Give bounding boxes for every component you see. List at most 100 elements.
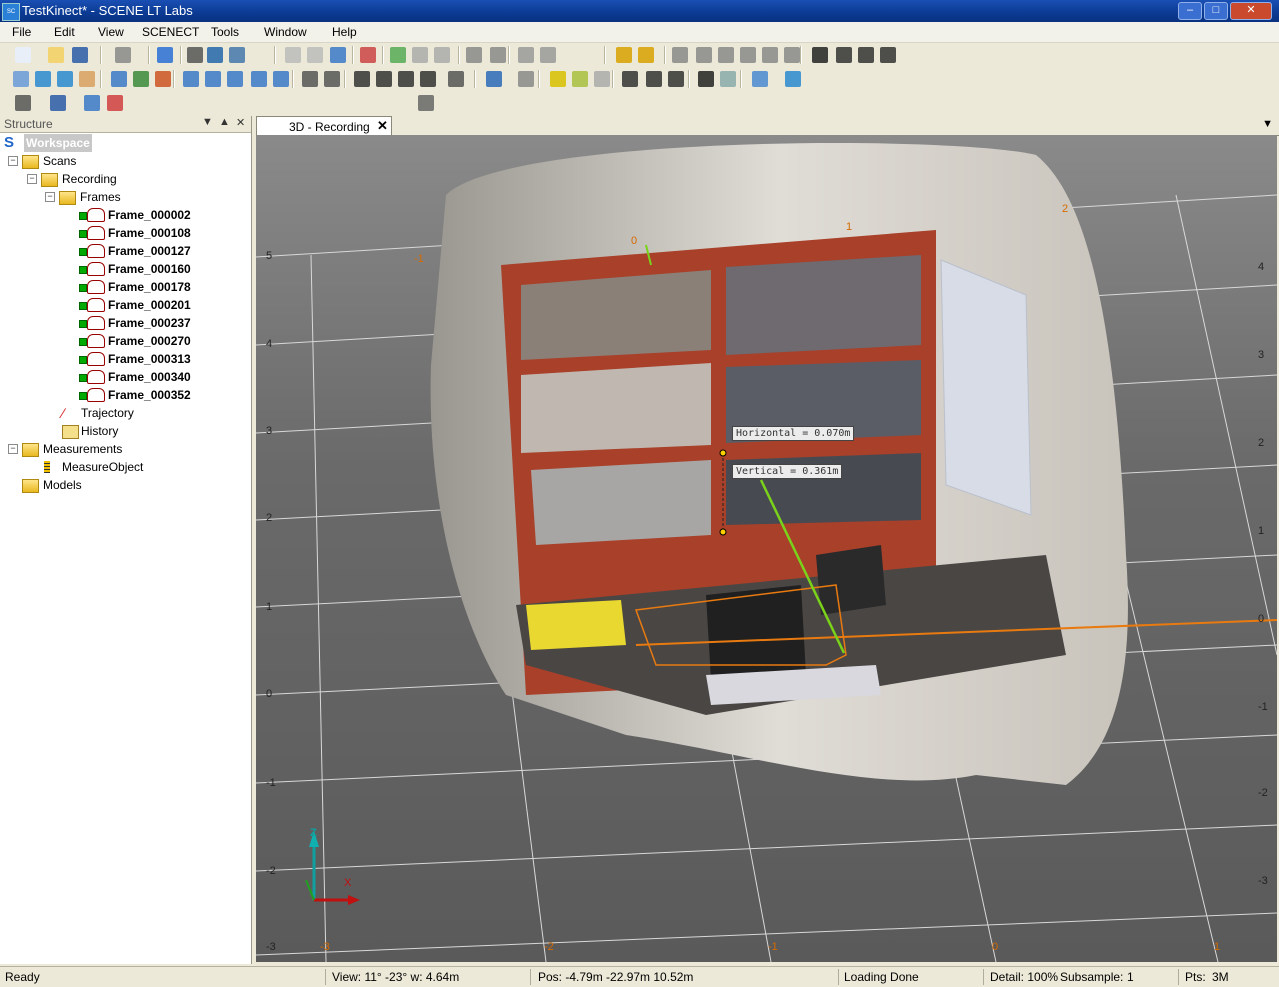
rect-select-icon[interactable] bbox=[672, 47, 688, 63]
menu-view[interactable]: View bbox=[96, 24, 126, 40]
grid-label-left: 0 bbox=[266, 688, 273, 700]
new-icon[interactable] bbox=[15, 47, 31, 63]
globe-icon[interactable] bbox=[35, 71, 51, 87]
tab-list-dropdown-icon[interactable]: ▼ bbox=[1262, 118, 1273, 130]
grid-label-left: -3 bbox=[266, 941, 276, 953]
monitor-icon[interactable] bbox=[84, 95, 100, 111]
link-icon[interactable] bbox=[490, 47, 506, 63]
clear-icon[interactable] bbox=[720, 71, 736, 87]
move-icon[interactable] bbox=[133, 71, 149, 87]
panel-dropdown-icon[interactable]: ▼ bbox=[202, 116, 213, 128]
poster bbox=[940, 259, 1032, 516]
print-icon[interactable] bbox=[115, 47, 131, 63]
camera-icon[interactable] bbox=[354, 71, 370, 87]
view-icon[interactable] bbox=[187, 47, 203, 63]
circle-icon[interactable] bbox=[740, 47, 756, 63]
ellipse-icon[interactable] bbox=[762, 47, 778, 63]
toolbar-separator bbox=[100, 46, 102, 64]
move2-icon[interactable] bbox=[155, 71, 171, 87]
render-icon[interactable] bbox=[448, 71, 464, 87]
up-icon[interactable] bbox=[111, 71, 127, 87]
line-icon[interactable] bbox=[696, 47, 712, 63]
measure-point[interactable] bbox=[719, 449, 727, 457]
zoom-icon[interactable] bbox=[302, 71, 318, 87]
close-button[interactable]: ✕ bbox=[1230, 2, 1272, 20]
maximize-button[interactable]: □ bbox=[1204, 2, 1228, 20]
3d-icon[interactable] bbox=[207, 47, 223, 63]
cube-front-icon[interactable] bbox=[183, 71, 199, 87]
register-icon[interactable] bbox=[390, 47, 406, 63]
frame-icon[interactable] bbox=[812, 47, 828, 63]
collapse-icon[interactable]: − bbox=[45, 192, 55, 202]
ruler2-icon[interactable] bbox=[638, 47, 654, 63]
cloud-icon[interactable] bbox=[412, 47, 428, 63]
camera3-icon[interactable] bbox=[398, 71, 414, 87]
menu-scenect[interactable]: SCENECT bbox=[140, 24, 201, 40]
home-icon[interactable] bbox=[229, 47, 245, 63]
menu-edit[interactable]: Edit bbox=[52, 24, 77, 40]
measure-point[interactable] bbox=[719, 528, 727, 536]
cube-iso-icon[interactable] bbox=[251, 71, 267, 87]
capture-icon[interactable] bbox=[418, 95, 434, 111]
import-icon[interactable] bbox=[330, 47, 346, 63]
film-icon[interactable] bbox=[50, 95, 66, 111]
fly-icon[interactable] bbox=[57, 71, 73, 87]
cube-top-icon[interactable] bbox=[227, 71, 243, 87]
zoom-fit-icon[interactable] bbox=[324, 71, 340, 87]
grid-view-icon[interactable] bbox=[698, 71, 714, 87]
dots2-icon[interactable] bbox=[646, 71, 662, 87]
layers3-icon[interactable] bbox=[880, 47, 896, 63]
panel-pin-icon[interactable]: ▲ bbox=[219, 116, 230, 128]
sync-icon[interactable] bbox=[434, 47, 450, 63]
box-icon[interactable] bbox=[752, 71, 768, 87]
flag3-icon[interactable] bbox=[594, 71, 610, 87]
calendar-icon[interactable] bbox=[360, 47, 376, 63]
kinect-icon[interactable] bbox=[15, 95, 31, 111]
grid-icon[interactable] bbox=[486, 71, 502, 87]
dots-icon[interactable] bbox=[622, 71, 638, 87]
layers-icon[interactable] bbox=[836, 47, 852, 63]
copy-icon[interactable] bbox=[285, 47, 301, 63]
collapse-icon[interactable]: − bbox=[8, 444, 18, 454]
dots3-icon[interactable] bbox=[668, 71, 684, 87]
toolbar-separator bbox=[688, 70, 690, 88]
cursor-icon[interactable] bbox=[13, 71, 29, 87]
grid-label-right: -1 bbox=[1258, 701, 1268, 713]
minimize-button[interactable]: – bbox=[1178, 2, 1202, 20]
help-icon[interactable] bbox=[157, 47, 173, 63]
cube-side-icon[interactable] bbox=[205, 71, 221, 87]
polygon-icon[interactable] bbox=[718, 47, 734, 63]
layers2-icon[interactable] bbox=[858, 47, 874, 63]
hand-icon[interactable] bbox=[79, 71, 95, 87]
tab-3d-recording[interactable]: 3D - Recording ✕ bbox=[256, 116, 392, 136]
rotate-icon[interactable] bbox=[518, 47, 534, 63]
paste-icon[interactable] bbox=[307, 47, 323, 63]
cube-iso2-icon[interactable] bbox=[273, 71, 289, 87]
flag2-icon[interactable] bbox=[572, 71, 588, 87]
panel-close-icon[interactable]: ✕ bbox=[236, 116, 245, 129]
scale-icon[interactable] bbox=[540, 47, 556, 63]
box2-icon[interactable] bbox=[785, 71, 801, 87]
menu-file[interactable]: File bbox=[10, 24, 33, 40]
flag-icon[interactable] bbox=[550, 71, 566, 87]
note-icon[interactable] bbox=[518, 71, 534, 87]
menu-tools[interactable]: Tools bbox=[209, 24, 241, 40]
camera4-icon[interactable] bbox=[420, 71, 436, 87]
history-icon bbox=[62, 425, 79, 439]
record-icon[interactable] bbox=[107, 95, 123, 111]
collapse-icon[interactable]: − bbox=[8, 156, 18, 166]
menu-help[interactable]: Help bbox=[330, 24, 359, 40]
point-cloud-scene bbox=[256, 143, 1277, 962]
status-points-label: Pts: bbox=[1185, 970, 1206, 984]
target-icon[interactable] bbox=[466, 47, 482, 63]
3d-viewport[interactable]: Horizontal = 0.070m Vertical = 0.361m 5 4… bbox=[256, 135, 1277, 962]
open-icon[interactable] bbox=[48, 47, 64, 63]
corner-icon[interactable] bbox=[784, 47, 800, 63]
collapse-icon[interactable]: − bbox=[27, 174, 37, 184]
menu-window[interactable]: Window bbox=[262, 24, 309, 40]
save-icon[interactable] bbox=[72, 47, 88, 63]
ruler-icon[interactable] bbox=[616, 47, 632, 63]
grid-label-right: 2 bbox=[1258, 437, 1265, 449]
camera2-icon[interactable] bbox=[376, 71, 392, 87]
tab-close-icon[interactable]: ✕ bbox=[377, 118, 388, 134]
